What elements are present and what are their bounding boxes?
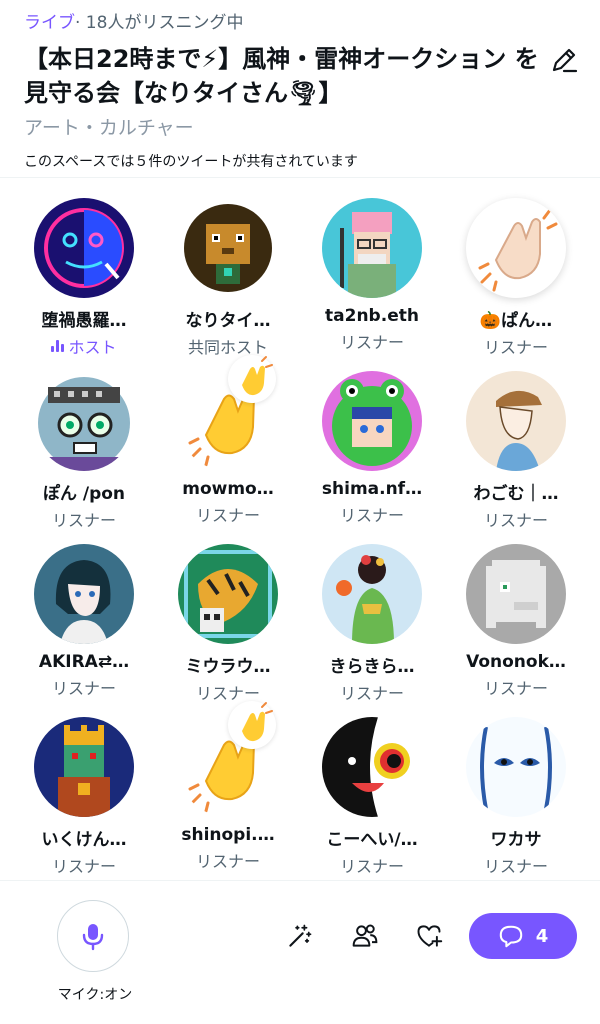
- space-title: 【本日22時まで⚡】風神・雷神オークション を見守る会【なりタイさん🌪】: [24, 45, 539, 107]
- chat-bubble-icon: [499, 925, 522, 948]
- participant-role: ホスト: [51, 334, 117, 358]
- participant-name: いくけん…: [41, 830, 127, 850]
- pixel-king-avatar: [34, 717, 134, 817]
- participant-card[interactable]: shinopi.… リスナー: [156, 701, 300, 882]
- participant-card[interactable]: わごむ｜… リスナー: [444, 363, 588, 536]
- participant-role: リスナー: [51, 857, 116, 876]
- participant-role: リスナー: [339, 684, 404, 703]
- divider: [0, 177, 600, 178]
- participant-name: ぽん /pon: [42, 484, 126, 504]
- mic-icon: [82, 924, 104, 951]
- participant-role: リスナー: [339, 506, 404, 525]
- participant-role: リスナー: [339, 333, 404, 352]
- participant-name: 🎃ぱん…: [479, 311, 553, 331]
- clap-reaction-badge: [228, 355, 276, 403]
- participant-name: こーへい/…: [326, 830, 418, 850]
- speaking-indicator-icon: [51, 340, 65, 352]
- participant-name: shinopi.…: [181, 825, 275, 845]
- listener-count: · 18人がリスニング中: [75, 13, 244, 33]
- mic-label: マイク:オン: [57, 987, 133, 1003]
- clap-reaction-badge: [228, 701, 276, 749]
- participant-card[interactable]: ワカサ リスナー: [444, 709, 588, 882]
- chat-count: 4: [535, 925, 549, 947]
- divider: [0, 880, 600, 881]
- participant-card[interactable]: Vononok… リスナー: [444, 536, 588, 709]
- participant-role: リスナー: [483, 511, 548, 530]
- kimono-avatar: [322, 544, 422, 644]
- shared-tweets-note[interactable]: このスペースでは５件のツイートが共有されています: [24, 151, 358, 171]
- participant-name: ミウラウ…: [185, 657, 271, 677]
- participants-grid: 堕禍愚羅… ホスト なりタイ… 共同ホスト ta2nb.eth リスナー 🎃ぱん…: [12, 190, 588, 882]
- anime-girl-avatar: [34, 544, 134, 644]
- cap-boy-avatar: [466, 371, 566, 471]
- participant-role: リスナー: [195, 852, 260, 871]
- space-category[interactable]: アート・カルチャー: [24, 113, 194, 140]
- participant-role: リスナー: [195, 506, 260, 525]
- tiger-skull-avatar: [178, 544, 278, 644]
- mic-button[interactable]: [57, 900, 129, 972]
- participant-card[interactable]: ta2nb.eth リスナー: [300, 190, 444, 363]
- participant-name: 堕禍愚羅…: [41, 311, 127, 331]
- participant-role: リスナー: [483, 338, 548, 357]
- pixel-lion-avatar: [178, 198, 278, 298]
- participant-card[interactable]: なりタイ… 共同ホスト: [156, 190, 300, 363]
- participant-card[interactable]: 🎃ぱん… リスナー: [444, 190, 588, 363]
- heart-plus-icon[interactable]: [411, 918, 447, 954]
- edit-icon[interactable]: [548, 44, 580, 76]
- participant-role: リスナー: [483, 679, 548, 698]
- pixel-robot-avatar: [34, 371, 134, 471]
- participant-name: わごむ｜…: [473, 484, 559, 504]
- participant-name: shima.nf…: [321, 479, 423, 499]
- participant-name: ta2nb.eth: [325, 306, 419, 326]
- participant-name: Vononok…: [466, 652, 566, 672]
- sparkle-icon[interactable]: [282, 918, 318, 954]
- participant-card[interactable]: shima.nf… リスナー: [300, 363, 444, 536]
- participant-card[interactable]: ぽん /pon リスナー: [12, 363, 156, 536]
- live-status: ライブ· 18人がリスニング中: [24, 8, 243, 33]
- participant-role: リスナー: [51, 679, 116, 698]
- people-icon[interactable]: [347, 918, 383, 954]
- participant-card[interactable]: AKIRA⇄… リスナー: [12, 536, 156, 709]
- pixel-ghost-avatar: [466, 544, 566, 644]
- participant-name: なりタイ…: [185, 311, 271, 331]
- participant-card[interactable]: いくけん… リスナー: [12, 709, 156, 882]
- chat-button[interactable]: 4: [469, 913, 577, 959]
- live-label: ライブ: [24, 13, 75, 33]
- participant-card[interactable]: こーへい/… リスナー: [300, 709, 444, 882]
- participant-card[interactable]: ミウラウ… リスナー: [156, 536, 300, 709]
- blue-eyes-avatar: [466, 717, 566, 817]
- space-title-row: 【本日22時まで⚡】風神・雷神オークション を見守る会【なりタイさん🌪】: [24, 42, 580, 110]
- participant-role: リスナー: [339, 857, 404, 876]
- participant-card[interactable]: mowmo… リスナー: [156, 355, 300, 536]
- participant-name: AKIRA⇄…: [38, 652, 130, 672]
- pixel-elder-avatar: [322, 198, 422, 298]
- participant-name: mowmo…: [182, 479, 274, 499]
- participant-card[interactable]: きらきら… リスナー: [300, 536, 444, 709]
- role-label: ホスト: [68, 338, 117, 357]
- neon-face-avatar: [34, 198, 134, 298]
- frog-hood-avatar: [322, 371, 422, 471]
- participant-role: リスナー: [483, 857, 548, 876]
- mask-face-avatar: [322, 717, 422, 817]
- clap-reaction: [466, 198, 566, 298]
- participant-name: きらきら…: [329, 657, 415, 677]
- participant-name: ワカサ: [490, 830, 542, 850]
- participant-role: リスナー: [51, 511, 116, 530]
- participant-card[interactable]: 堕禍愚羅… ホスト: [12, 190, 156, 363]
